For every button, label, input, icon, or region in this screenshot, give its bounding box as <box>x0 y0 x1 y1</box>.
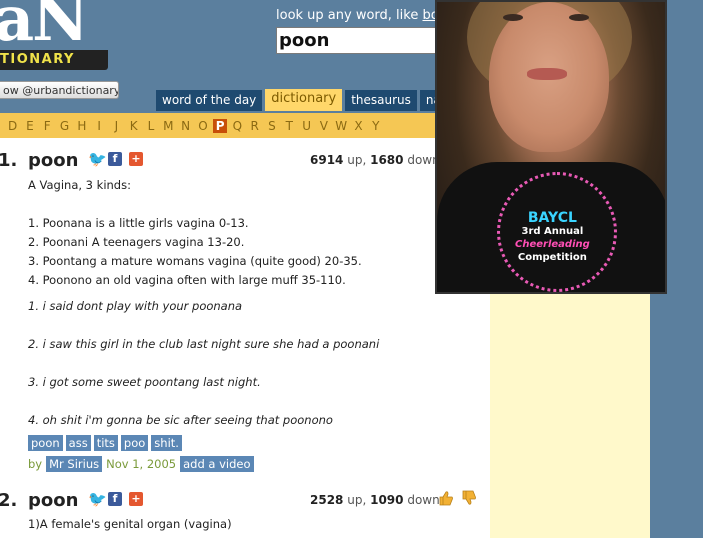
alphabet-letter-w[interactable]: W <box>333 119 350 133</box>
alphabet-letter-j[interactable]: J <box>108 119 125 133</box>
alphabet-letter-t[interactable]: T <box>281 119 298 133</box>
twitter-icon[interactable]: 🐦 <box>88 152 107 167</box>
definition-line: 3. Poontang a mature womans vagina (quit… <box>28 254 362 268</box>
shirt-text-cheer: Cheerleading <box>515 239 590 250</box>
facebook-icon[interactable]: f <box>108 152 122 166</box>
definition-line: A Vagina, 3 kinds: <box>28 178 131 192</box>
alphabet-letter-y[interactable]: Y <box>367 119 384 133</box>
definition-line: 1. Poonana is a little girls vagina 0-13… <box>28 216 249 230</box>
alphabet-letter-l[interactable]: L <box>142 119 159 133</box>
alphabet-letter-k[interactable]: K <box>125 119 142 133</box>
votes-up: 2528 <box>310 493 344 507</box>
lookup-label: look up any word, like bo <box>276 8 439 23</box>
entry-date: Nov 1, 2005 <box>106 457 177 471</box>
search-input[interactable] <box>276 27 446 54</box>
thumbs-down-icon[interactable] <box>461 490 477 506</box>
byline: by Mr Sirius Nov 1, 2005 add a video <box>28 456 254 472</box>
twitter-icon[interactable]: 🐦 <box>88 492 107 507</box>
definition-line: 4. Poonono an old vagina often with larg… <box>28 273 346 287</box>
logo-mark[interactable]: aN <box>0 0 89 55</box>
entry-number: 2. <box>0 490 18 511</box>
logo-wordmark[interactable]: TIONARY <box>0 50 108 70</box>
twitter-follow-button[interactable]: ow @urbandictionary <box>0 81 119 99</box>
vote-count: 6914 up, 1680 down <box>310 153 440 167</box>
webcam-shirt-logo: BAYCL 3rd Annual Cheerleading Competitio… <box>515 210 590 264</box>
webcam-eye <box>503 14 523 21</box>
alphabet-letter-v[interactable]: V <box>315 119 332 133</box>
tab-dictionary[interactable]: dictionary <box>265 89 343 111</box>
votes-down: 1680 <box>370 153 404 167</box>
tag-link[interactable]: poon <box>28 435 63 451</box>
alphabet-letter-f[interactable]: F <box>39 119 56 133</box>
votes-up: 6914 <box>310 153 344 167</box>
alphabet-letter-e[interactable]: E <box>21 119 38 133</box>
votes-down-label: down <box>407 493 440 507</box>
alphabet-letter-o[interactable]: O <box>194 119 211 133</box>
logo-wordmark-text: TIONARY <box>0 52 75 67</box>
plus-share-icon[interactable]: + <box>129 152 143 166</box>
alphabet-letter-m[interactable]: M <box>160 119 177 133</box>
shirt-text-comp: Competition <box>517 252 587 263</box>
alphabet-letter-n[interactable]: N <box>177 119 194 133</box>
tab-thesaurus[interactable]: thesaurus <box>345 90 417 111</box>
example-line: 4. oh shit i'm gonna be sic after seeing… <box>28 413 333 427</box>
entry-number: 1. <box>0 150 18 171</box>
alphabet-letter-u[interactable]: U <box>298 119 315 133</box>
entry-word-link[interactable]: poon <box>28 490 78 511</box>
lookup-label-prefix: look up any word, like <box>276 8 423 23</box>
alphabet-letter-r[interactable]: R <box>246 119 263 133</box>
tab-word-of-the-day[interactable]: word of the day <box>156 90 263 111</box>
example-line: 3. i got some sweet poontang last night. <box>28 375 261 389</box>
alphabet-letter-s[interactable]: S <box>263 119 280 133</box>
alphabet-letter-p[interactable]: P <box>213 118 228 133</box>
definition-line: 2. Poonani A teenagers vagina 13-20. <box>28 235 245 249</box>
webcam-eye <box>569 14 589 21</box>
alphabet-letter-h[interactable]: H <box>73 119 90 133</box>
votes-down: 1090 <box>370 493 404 507</box>
webcam-mouth <box>527 68 567 80</box>
tag-link[interactable]: ass <box>65 435 91 451</box>
definition-line: 1)A female's genital organ (vagina) <box>28 517 232 531</box>
votes-up-label: up, <box>347 153 367 167</box>
alphabet-letter-x[interactable]: X <box>350 119 367 133</box>
tag-link[interactable]: tits <box>93 435 118 451</box>
by-label: by <box>28 457 43 471</box>
shirt-text-sub: 3rd Annual <box>521 226 584 237</box>
add-video-button[interactable]: add a video <box>180 456 254 472</box>
facebook-icon[interactable]: f <box>108 492 122 506</box>
shirt-text-main: BAYCL <box>527 210 577 226</box>
entry-word-link[interactable]: poon <box>28 150 78 171</box>
example-line: 2. i saw this girl in the club last nigh… <box>28 337 380 351</box>
example-line: 1. i said dont play with your poonana <box>28 299 243 313</box>
plus-share-icon[interactable]: + <box>129 492 143 506</box>
alphabet-letter-d[interactable]: D <box>4 119 21 133</box>
tag-link[interactable]: shit. <box>151 435 182 451</box>
author-link[interactable]: Mr Sirius <box>46 456 103 472</box>
thumbs-up-icon[interactable] <box>438 490 454 506</box>
alphabet-letter-q[interactable]: Q <box>229 119 246 133</box>
alphabet-bar: DEFGHIJKLMNOPQRSTUVWXY <box>0 113 490 138</box>
vote-count: 2528 up, 1090 down <box>310 493 440 507</box>
tag-list: poon ass tits poo shit. <box>28 435 182 451</box>
nav-tabs: word of the day dictionary thesaurus nam <box>156 89 459 111</box>
tag-link[interactable]: poo <box>120 435 149 451</box>
alphabet-letter-g[interactable]: G <box>56 119 73 133</box>
votes-up-label: up, <box>347 493 367 507</box>
alphabet-letter-i[interactable]: I <box>90 119 107 133</box>
webcam-overlay: BAYCL 3rd Annual Cheerleading Competitio… <box>435 0 667 294</box>
